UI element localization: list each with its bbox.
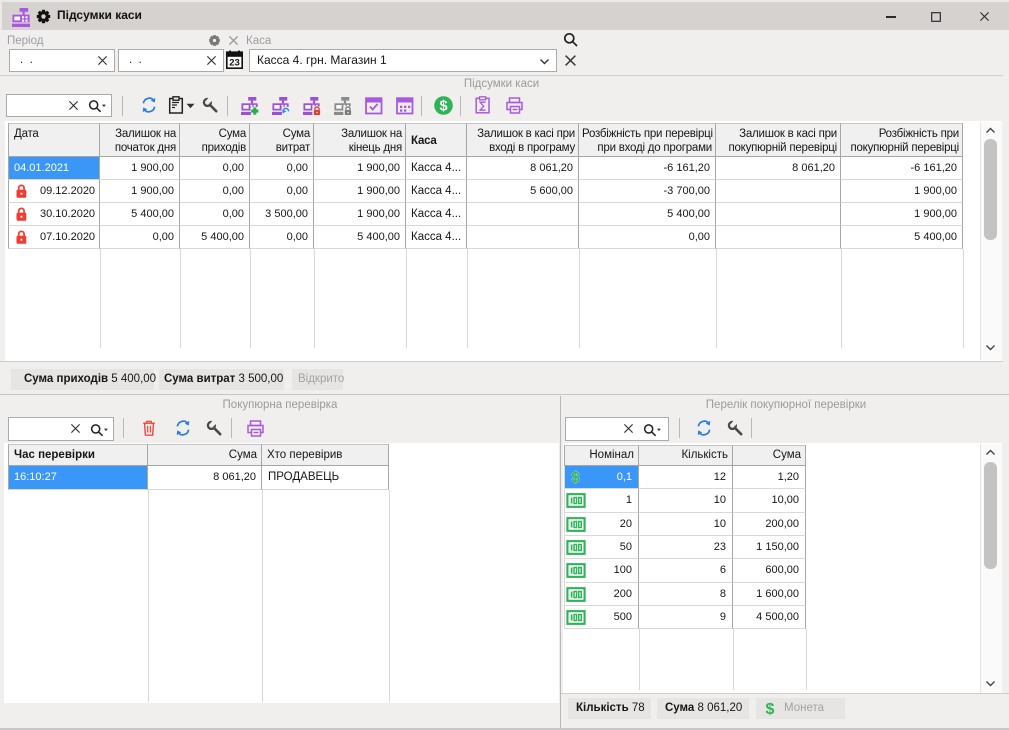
svg-text:$: $ — [766, 701, 775, 717]
svg-text:23: 23 — [229, 57, 240, 68]
svg-text:$: $ — [439, 99, 447, 115]
svg-text:$: $ — [571, 469, 580, 484]
